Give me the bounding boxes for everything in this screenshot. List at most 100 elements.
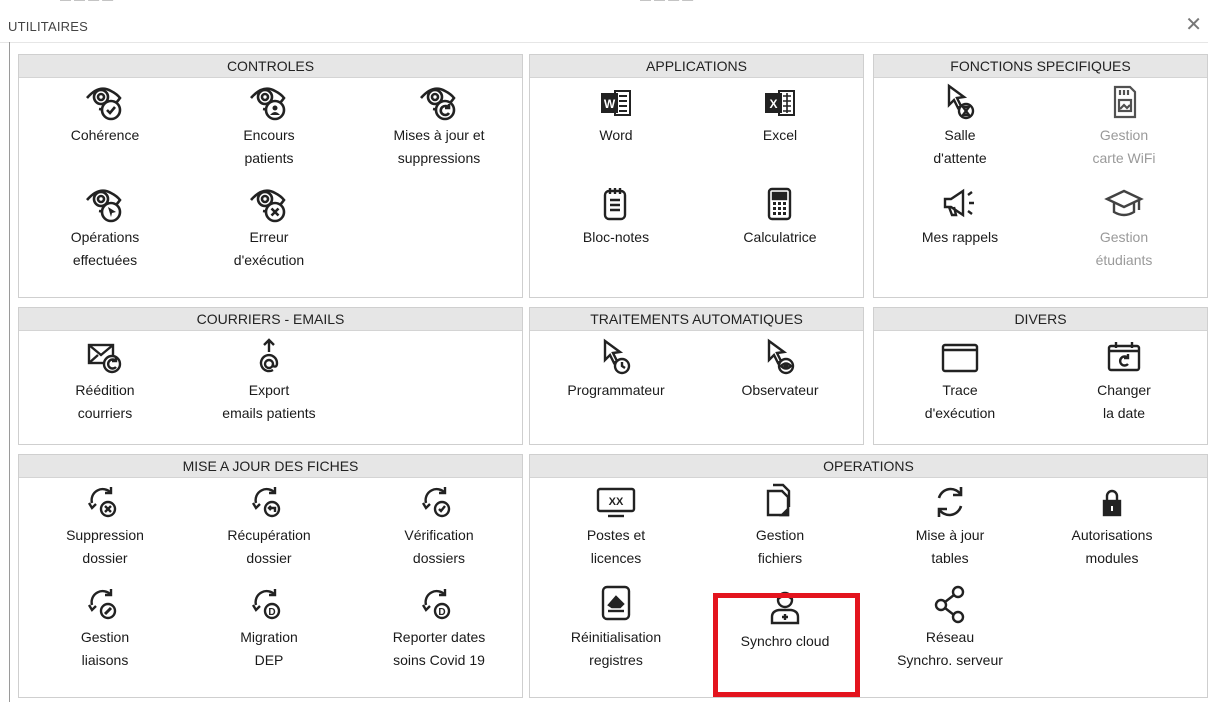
cursor-hourglass-icon xyxy=(890,77,1030,123)
previous-window-edge: — — — — — — — — xyxy=(60,0,694,6)
item-label-2: d'attente xyxy=(933,150,987,166)
svg-text:X: X xyxy=(769,97,777,111)
calculator-icon xyxy=(710,179,850,225)
item-label-2: courriers xyxy=(77,405,133,421)
eye-refresh-icon xyxy=(369,77,509,123)
btn-calculatrice[interactable]: Calculatrice xyxy=(710,179,850,250)
item-label-2: carte WiFi xyxy=(1092,150,1156,166)
item-label: Programmateur xyxy=(567,382,665,398)
btn-operations-effectuees[interactable]: Opérations effectuées xyxy=(35,179,175,271)
item-label-2: tables xyxy=(931,550,969,566)
sync-delete-icon xyxy=(35,477,175,523)
btn-migration-dep[interactable]: D Migration DEP xyxy=(199,579,339,671)
at-upload-icon xyxy=(199,332,339,378)
btn-word[interactable]: W Word xyxy=(546,77,686,148)
item-label: Autorisations xyxy=(1071,527,1153,543)
panel-operations: OPERATIONS XX Postes et licences Gestion… xyxy=(529,454,1208,698)
btn-recuperation-dossier[interactable]: Récupération dossier xyxy=(199,477,339,569)
btn-export-emails[interactable]: Export emails patients xyxy=(199,332,339,424)
item-label: Gestion xyxy=(80,629,130,645)
item-label-2: dossier xyxy=(246,550,292,566)
btn-erreur-execution[interactable]: Erreur d'exécution xyxy=(199,179,339,271)
btn-mise-a-jour-tables[interactable]: Mise à jour tables xyxy=(880,477,1020,569)
btn-observateur[interactable]: Observateur xyxy=(710,332,850,403)
item-label-2: DEP xyxy=(254,652,284,668)
btn-autorisations-modules[interactable]: Autorisations modules xyxy=(1042,477,1182,569)
item-label: Encours xyxy=(243,127,295,143)
btn-excel[interactable]: X Excel xyxy=(710,77,850,148)
item-label: Cohérence xyxy=(70,127,140,143)
item-label-2: emails patients xyxy=(222,405,316,421)
btn-gestion-fichiers[interactable]: Gestion fichiers xyxy=(710,477,850,569)
eye-check-icon xyxy=(35,77,175,123)
item-label: Suppression xyxy=(66,527,144,543)
calendar-refresh-icon xyxy=(1054,332,1194,378)
sync-link-icon xyxy=(35,579,175,625)
item-label-2: soins Covid 19 xyxy=(393,652,485,668)
item-label: Word xyxy=(599,127,633,143)
btn-reporter-dates[interactable]: D Reporter dates soins Covid 19 xyxy=(369,579,509,671)
item-label: Opérations xyxy=(70,229,140,245)
btn-changer-date[interactable]: Changer la date xyxy=(1054,332,1194,424)
svg-text:D: D xyxy=(268,607,275,618)
panel-title: MISE A JOUR DES FICHES xyxy=(19,455,522,478)
refresh-icon xyxy=(880,477,1020,523)
panel-title: DIVERS xyxy=(874,308,1207,331)
btn-gestion-etudiants[interactable]: Gestion étudiants xyxy=(1054,179,1194,271)
panel-title: OPERATIONS xyxy=(530,455,1207,478)
btn-verification-dossiers[interactable]: Vérification dossiers xyxy=(369,477,509,569)
panel-title: COURRIERS - EMAILS xyxy=(19,308,522,331)
item-label-2: étudiants xyxy=(1095,252,1153,268)
lock-icon xyxy=(1042,477,1182,523)
item-label: Mes rappels xyxy=(921,229,999,245)
btn-reinitialisation-registres[interactable]: Réinitialisation registres xyxy=(546,579,686,671)
frame-divider xyxy=(0,42,1208,43)
excel-icon: X xyxy=(710,77,850,123)
btn-salle-attente[interactable]: Salle d'attente xyxy=(890,77,1030,169)
item-label-2: licences xyxy=(590,550,642,566)
word-icon: W xyxy=(546,77,686,123)
item-label: Bloc-notes xyxy=(582,229,650,245)
btn-coherence[interactable]: Cohérence xyxy=(35,77,175,148)
btn-gestion-carte-wifi[interactable]: Gestion carte WiFi xyxy=(1054,77,1194,169)
window-title: UTILITAIRES xyxy=(8,19,88,34)
item-label: Changer xyxy=(1097,382,1151,398)
share-icon xyxy=(880,579,1020,625)
graduation-cap-icon xyxy=(1054,179,1194,225)
panel-controles: CONTROLES Cohérence Encours patients Mis… xyxy=(18,54,523,298)
btn-mises-a-jour[interactable]: Mises à jour et suppressions xyxy=(369,77,509,169)
svg-text:W: W xyxy=(604,97,616,111)
btn-suppression-dossier[interactable]: Suppression dossier xyxy=(35,477,175,569)
notepad-icon xyxy=(546,179,686,225)
close-icon[interactable]: ✕ xyxy=(1185,15,1202,35)
eye-user-icon xyxy=(199,77,339,123)
item-label: Réseau xyxy=(925,629,975,645)
btn-bloc-notes[interactable]: Bloc-notes xyxy=(546,179,686,250)
sync-d-icon: D xyxy=(199,579,339,625)
item-label: Gestion xyxy=(1099,127,1149,143)
item-label-2: la date xyxy=(1102,405,1146,421)
btn-encours-patients[interactable]: Encours patients xyxy=(199,77,339,169)
item-label: Réinitialisation xyxy=(570,629,662,645)
panel-fonctions-specifiques: FONCTIONS SPECIFIQUES Salle d'attente Ge… xyxy=(873,54,1208,298)
item-label-2: liaisons xyxy=(81,652,129,668)
item-label-2: suppressions xyxy=(397,150,481,166)
btn-programmateur[interactable]: Programmateur xyxy=(546,332,686,403)
item-label: Réédition xyxy=(75,382,135,398)
btn-reseau-synchro-serveur[interactable]: Réseau Synchro. serveur xyxy=(880,579,1020,671)
btn-reedition-courriers[interactable]: Réédition courriers xyxy=(35,332,175,424)
sync-d2-icon: D xyxy=(369,579,509,625)
btn-mes-rappels[interactable]: Mes rappels xyxy=(890,179,1030,250)
btn-gestion-liaisons[interactable]: Gestion liaisons xyxy=(35,579,175,671)
btn-postes-licences[interactable]: XX Postes et licences xyxy=(546,477,686,569)
btn-trace-execution[interactable]: Trace d'exécution xyxy=(890,332,1030,424)
item-label: Erreur xyxy=(249,229,289,245)
item-label: Export xyxy=(248,382,290,398)
item-label: Gestion xyxy=(755,527,805,543)
item-label-2: fichiers xyxy=(757,550,803,566)
item-label: Récupération xyxy=(227,527,311,543)
item-label: Calculatrice xyxy=(743,229,817,245)
item-label: Gestion xyxy=(1099,229,1149,245)
files-icon xyxy=(710,477,850,523)
panel-traitements-automatiques: TRAITEMENTS AUTOMATIQUES Programmateur O… xyxy=(529,307,864,445)
